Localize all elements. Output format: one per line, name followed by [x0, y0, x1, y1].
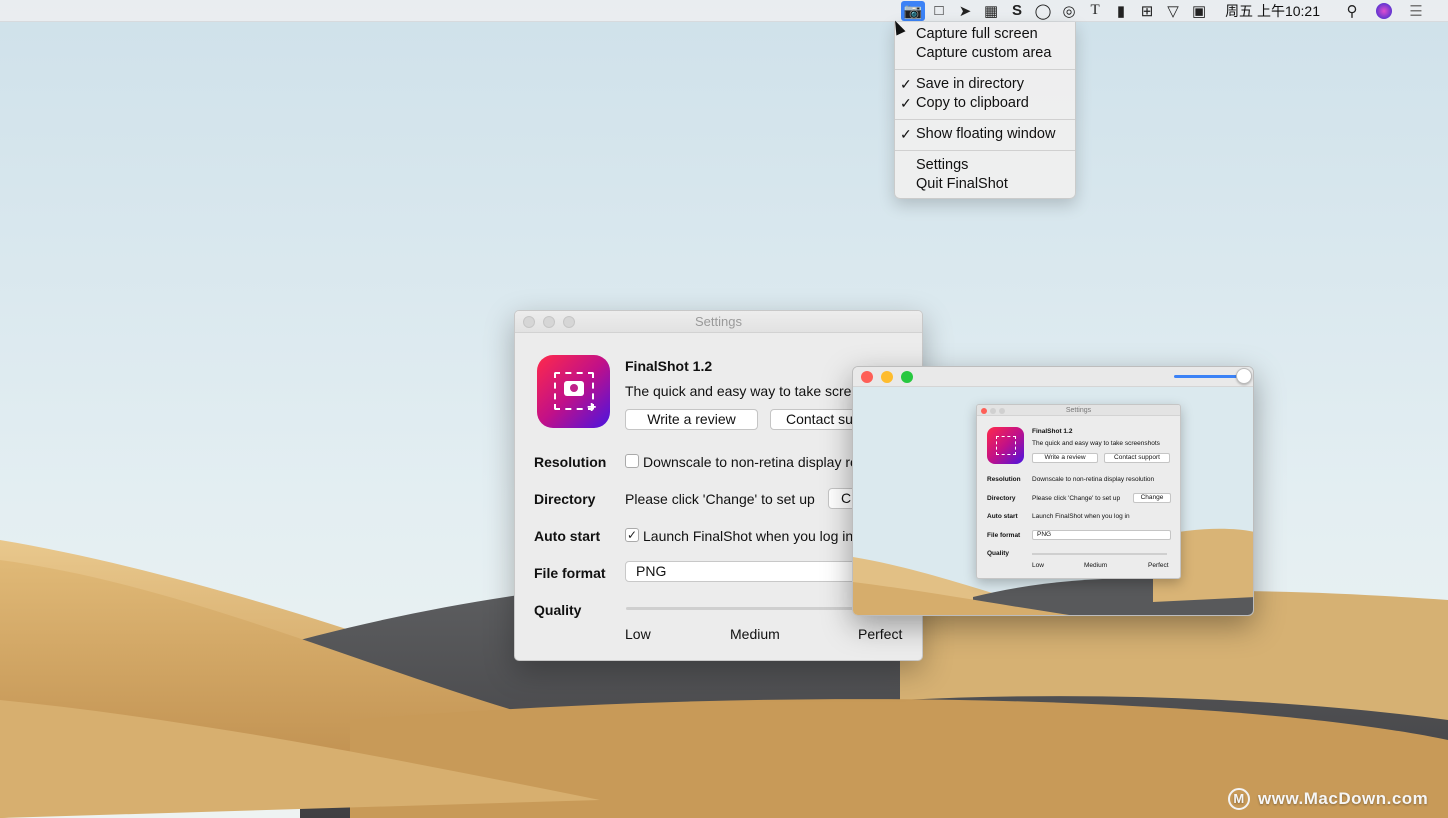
directory-text: Please click 'Change' to set up	[625, 491, 815, 507]
preview-settings-window: Settings FinalShot 1.2 The quick and eas…	[976, 404, 1181, 579]
video-camera-icon[interactable]: □	[927, 0, 951, 22]
menu-item-show-floating-window[interactable]: ✓ Show floating window	[895, 125, 1075, 144]
menu-separator	[895, 69, 1075, 70]
menu-item-settings[interactable]: Settings	[895, 156, 1075, 175]
menu-bar: 📷 □ ➤ ▦ S ◯ ◎ T ▮ ⊞ ▽ ▣ 周五 上午10:21 ⚲ ☰	[0, 0, 1448, 22]
launch-at-login-text: Launch FinalShot when you log in	[643, 528, 854, 544]
preview-quality-perfect: Perfect	[1148, 562, 1169, 569]
preview-resolution-label: Resolution	[987, 476, 1021, 483]
menu-item-capture-full-screen[interactable]: Capture full screen	[895, 25, 1075, 44]
preview-write-review-button: Write a review	[1032, 453, 1098, 463]
sogou-input-icon[interactable]: ▣	[1187, 0, 1211, 22]
menu-item-quit-finalshot[interactable]: Quit FinalShot	[895, 175, 1075, 194]
downscale-checkbox[interactable]	[625, 454, 639, 468]
write-review-button[interactable]: Write a review	[625, 409, 758, 430]
finalshot-menu: Capture full screen Capture custom area …	[894, 22, 1076, 199]
preview-fileformat-label: File format	[987, 532, 1021, 539]
preview-autostart-text: Launch FinalShot when you log in	[1032, 513, 1130, 520]
preview-quality-medium: Medium	[1084, 562, 1108, 569]
menu-item-capture-custom-area[interactable]: Capture custom area	[895, 44, 1075, 63]
grid-bookmark-icon[interactable]: ▦	[979, 0, 1003, 22]
finalshot-camera-icon[interactable]: 📷	[901, 0, 926, 21]
launch-at-login-checkbox[interactable]: ✓	[625, 528, 639, 542]
s-app-icon[interactable]: S	[1005, 0, 1029, 22]
quality-label: Quality	[534, 602, 582, 618]
preview-tagline: The quick and easy way to take screensho…	[1032, 440, 1160, 447]
preview-quality-low: Low	[1032, 562, 1044, 569]
preview-titlebar	[853, 367, 1253, 387]
spotlight-search-icon[interactable]: ⚲	[1340, 0, 1364, 22]
floating-preview-window[interactable]: Settings FinalShot 1.2 The quick and eas…	[852, 366, 1254, 616]
menubar-clock[interactable]: 周五 上午10:21	[1225, 1, 1320, 21]
table-grid-icon[interactable]: ⊞	[1135, 0, 1159, 22]
watermark: M www.MacDown.com	[1228, 788, 1428, 810]
checkmark-icon: ✓	[900, 126, 912, 142]
preview-directory-label: Directory	[987, 495, 1016, 502]
siri-icon[interactable]	[1372, 0, 1396, 22]
preview-quality-label: Quality	[987, 550, 1010, 557]
preview-app-icon	[987, 427, 1024, 464]
finalshot-app-icon: +	[537, 355, 610, 428]
autostart-label: Auto start	[534, 528, 601, 544]
quality-low-label: Low	[625, 626, 651, 642]
checkmark-icon: ✓	[900, 76, 912, 92]
preview-change-button: Change	[1133, 493, 1171, 503]
quality-perfect-label: Perfect	[858, 626, 903, 642]
checkmark-icon: ✓	[900, 95, 912, 111]
preview-autostart-label: Auto start	[987, 513, 1018, 520]
resolution-label: Resolution	[534, 454, 607, 470]
wifi-icon[interactable]: ▽	[1161, 0, 1185, 22]
preview-settings-titlebar: Settings	[977, 405, 1180, 416]
preview-close-button[interactable]	[861, 371, 873, 383]
macdown-logo-icon: M	[1228, 788, 1250, 810]
chat-bubble-icon[interactable]: ◯	[1031, 0, 1055, 22]
downscale-text: Downscale to non-retina display re	[643, 454, 858, 470]
preview-quality-slider	[1032, 553, 1167, 555]
zoom-button[interactable]	[563, 316, 575, 328]
preview-fileformat-select: PNG	[1032, 530, 1171, 540]
preview-image: Settings FinalShot 1.2 The quick and eas…	[853, 387, 1253, 615]
preview-zoom-slider[interactable]	[1174, 375, 1240, 378]
preview-zoom-button[interactable]	[901, 371, 913, 383]
settings-titlebar: Settings	[515, 311, 922, 333]
preview-directory-text: Please click 'Change' to set up	[1032, 495, 1121, 502]
window-title: Settings	[695, 314, 742, 329]
directory-label: Directory	[534, 491, 596, 507]
preview-minimize-button[interactable]	[881, 371, 893, 383]
preview-contact-support-button: Contact support	[1104, 453, 1170, 463]
microphone-icon[interactable]: ▮	[1109, 0, 1133, 22]
app-name: FinalShot 1.2	[625, 358, 713, 374]
preview-app-name: FinalShot 1.2	[1032, 428, 1073, 435]
watermark-text: www.MacDown.com	[1258, 789, 1429, 808]
close-button[interactable]	[523, 316, 535, 328]
overlap-circles-icon[interactable]: ◎	[1057, 0, 1081, 22]
menu-separator	[895, 119, 1075, 120]
minimize-button[interactable]	[543, 316, 555, 328]
notification-center-icon[interactable]: ☰	[1404, 0, 1428, 22]
text-t-icon[interactable]: T	[1083, 0, 1107, 22]
quality-medium-label: Medium	[730, 626, 780, 642]
app-tagline: The quick and easy way to take scree	[625, 383, 860, 399]
menu-item-save-in-directory[interactable]: ✓ Save in directory	[895, 75, 1075, 94]
preview-zoom-slider-knob[interactable]	[1236, 368, 1252, 384]
file-format-label: File format	[534, 565, 606, 581]
menu-separator	[895, 150, 1075, 151]
preview-resolution-text: Downscale to non-retina display resoluti…	[1032, 476, 1155, 483]
menu-item-copy-to-clipboard[interactable]: ✓ Copy to clipboard	[895, 94, 1075, 113]
paper-plane-icon[interactable]: ➤	[953, 0, 977, 22]
